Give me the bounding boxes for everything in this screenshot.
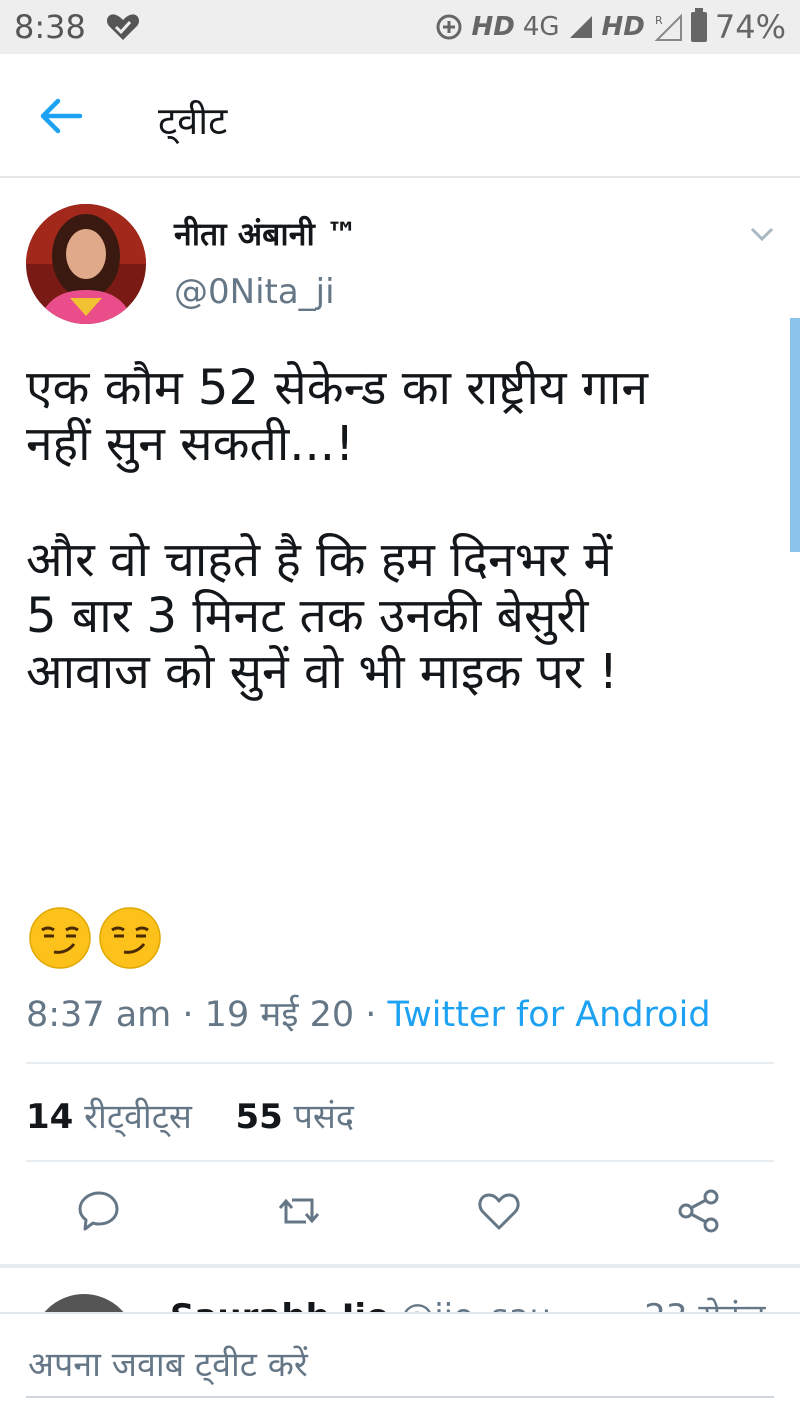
tweet-date: 19 मई 20 [204, 995, 355, 1035]
reply-avatar[interactable] [32, 1294, 136, 1312]
tweet-actions [0, 1188, 800, 1244]
data-saver-icon [436, 14, 462, 40]
retweet-label[interactable]: रीट्वीट्स [84, 1097, 192, 1137]
reply-header: Saurabh Jio @jio_sau... 23 सेकंड [170, 1292, 766, 1312]
signal-icon [569, 16, 592, 38]
tweet-text: एक कौम 52 सेकेन्ड का राष्ट्रीय गान नहीं … [26, 360, 766, 700]
network-hd2-label: HD [601, 12, 645, 42]
divider [26, 1160, 774, 1162]
reply-time: 23 सेकंड [644, 1297, 765, 1312]
svg-text:R: R [655, 14, 663, 27]
app-header: ट्वीट [0, 54, 800, 178]
reply-icon[interactable] [76, 1188, 122, 1234]
chevron-down-icon[interactable] [750, 226, 774, 242]
arrow-left-icon[interactable] [36, 94, 86, 138]
tweet-time: 8:37 am [26, 995, 172, 1035]
tweet-line: आवाज को सुनें वो भी माइक पर ! [26, 644, 618, 700]
meta-separator: · [365, 995, 388, 1035]
retweet-count[interactable]: 14 [26, 1097, 73, 1137]
tweet-source-link[interactable]: Twitter for Android [388, 995, 711, 1035]
tweet-line: नहीं सुन सकती...! [26, 416, 355, 472]
reply-author-name[interactable]: Saurabh Jio [170, 1297, 389, 1312]
roaming-signal-icon: R [654, 13, 682, 41]
author-handle[interactable]: @0Nita_ji [174, 272, 335, 312]
tweet-line: 5 बार 3 मिनट तक उनकी बेसुरी [26, 588, 589, 644]
status-bar: 8:38 HD 4G HD R 74% [0, 0, 800, 54]
scrollbar[interactable] [790, 318, 800, 552]
like-count[interactable]: 55 [235, 1097, 282, 1137]
avatar-image [26, 204, 146, 324]
page-title: ट्वीट [158, 99, 228, 143]
reply-composer [0, 1312, 800, 1422]
share-icon[interactable] [676, 1188, 722, 1234]
tweet-line: और वो चाहते है कि हम दिनभर में [26, 532, 613, 588]
divider [26, 1062, 774, 1064]
network-4g-label: 4G [522, 12, 560, 42]
status-time: 8:38 [14, 8, 86, 46]
tweet-meta: 8:37 am · 19 मई 20 · Twitter for Android [26, 990, 711, 1037]
network-hd-label: HD [471, 12, 515, 42]
retweet-icon[interactable] [276, 1188, 322, 1234]
emoji-row [28, 906, 162, 970]
reply-author-handle[interactable]: @jio_sau... [400, 1297, 583, 1312]
battery-percent: 74% [714, 8, 786, 46]
reply-input[interactable] [26, 1334, 774, 1398]
reply-item[interactable]: Saurabh Jio @jio_sau... 23 सेकंड [0, 1268, 800, 1312]
author-name[interactable]: नीता अंबानी ™ [174, 212, 358, 255]
heart-check-icon [106, 14, 140, 40]
like-label[interactable]: पसंद [294, 1097, 354, 1137]
tweet-stats: 14 रीट्वीट्स 55 पसंद [26, 1092, 354, 1138]
status-icons: HD 4G HD R 74% [435, 8, 786, 46]
author-avatar[interactable] [26, 204, 146, 324]
smirking-face-icon [99, 907, 161, 969]
meta-separator: · [182, 995, 205, 1035]
heart-icon[interactable] [476, 1188, 522, 1234]
smirking-face-icon [29, 907, 91, 969]
battery-icon [690, 8, 707, 42]
tweet-line: एक कौम 52 सेकेन्ड का राष्ट्रीय गान [26, 360, 648, 416]
